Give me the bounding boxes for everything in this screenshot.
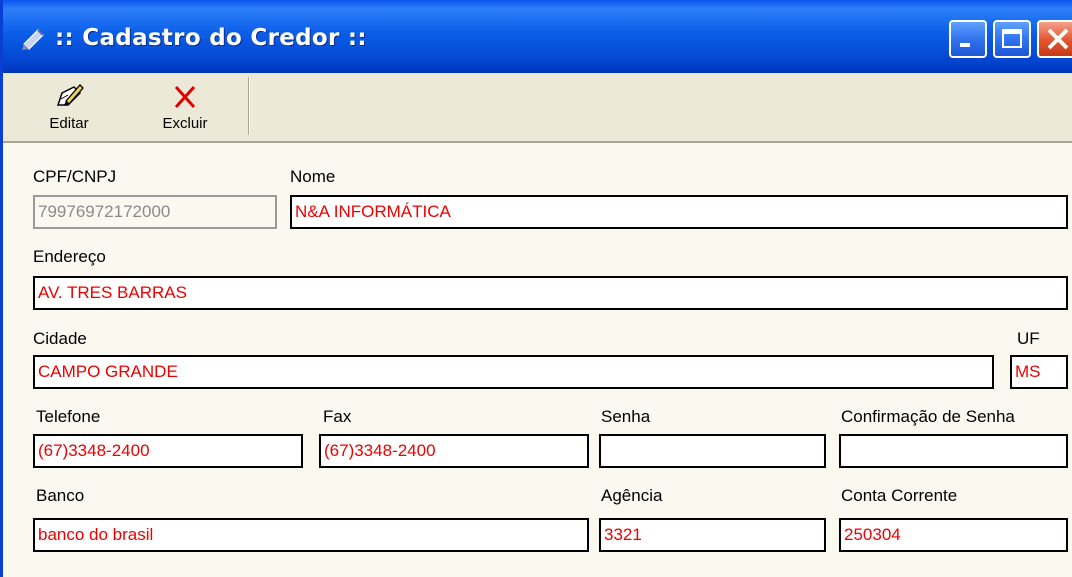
cidade-field[interactable]: CAMPO GRANDE: [33, 355, 994, 389]
fax-label: Fax: [323, 407, 352, 426]
uf-label: UF: [1017, 329, 1040, 348]
agencia-field[interactable]: 3321: [599, 518, 826, 552]
toolbar-separator: [248, 77, 250, 135]
conta-corrente-field[interactable]: 250304: [839, 518, 1068, 552]
senha-field[interactable]: [599, 434, 826, 468]
uf-field[interactable]: MS: [1010, 355, 1068, 389]
window-title: :: Cadastro do Credor ::: [55, 25, 367, 51]
close-icon: [1047, 28, 1069, 50]
minimize-icon: [960, 43, 970, 47]
cpf-cnpj-label: CPF/CNPJ: [33, 167, 117, 186]
cidade-label: Cidade: [33, 329, 87, 348]
editar-button[interactable]: Editar: [39, 73, 99, 139]
app-icon: [22, 29, 44, 50]
endereco-label: Endereço: [33, 247, 106, 266]
cpf-cnpj-field: 79976972172000: [33, 195, 277, 229]
title-bar[interactable]: :: Cadastro do Credor ::: [3, 0, 1072, 73]
close-button[interactable]: [1037, 20, 1072, 58]
editar-label: Editar: [49, 115, 89, 132]
cadastro-credor-window: :: Cadastro do Credor :: Editar Excluir …: [0, 0, 1072, 577]
nome-field[interactable]: N&A INFORMÁTICA: [290, 195, 1068, 229]
confirmacao-senha-label: Confirmação de Senha: [841, 407, 1015, 426]
red-x-icon: [174, 85, 196, 109]
endereco-field[interactable]: AV. TRES BARRAS: [33, 276, 1068, 310]
confirmacao-senha-field[interactable]: [839, 434, 1068, 468]
minimize-button[interactable]: [949, 20, 987, 58]
excluir-button[interactable]: Excluir: [153, 73, 217, 139]
credor-form: CPF/CNPJ 79976972172000 Nome N&A INFORMÁ…: [3, 143, 1072, 577]
banco-field[interactable]: banco do brasil: [33, 518, 589, 552]
excluir-label: Excluir: [162, 115, 208, 132]
telefone-field[interactable]: (67)3348-2400: [33, 434, 303, 468]
conta-corrente-label: Conta Corrente: [841, 486, 958, 505]
maximize-icon: [1002, 29, 1022, 48]
nome-label: Nome: [290, 167, 336, 186]
agencia-label: Agência: [601, 486, 663, 505]
banco-label: Banco: [36, 486, 85, 505]
senha-label: Senha: [601, 407, 651, 426]
edit-pencil-icon: [56, 84, 84, 106]
maximize-button[interactable]: [993, 20, 1031, 58]
telefone-label: Telefone: [36, 407, 101, 426]
fax-field[interactable]: (67)3348-2400: [319, 434, 589, 468]
toolbar: Editar Excluir: [3, 73, 1072, 143]
